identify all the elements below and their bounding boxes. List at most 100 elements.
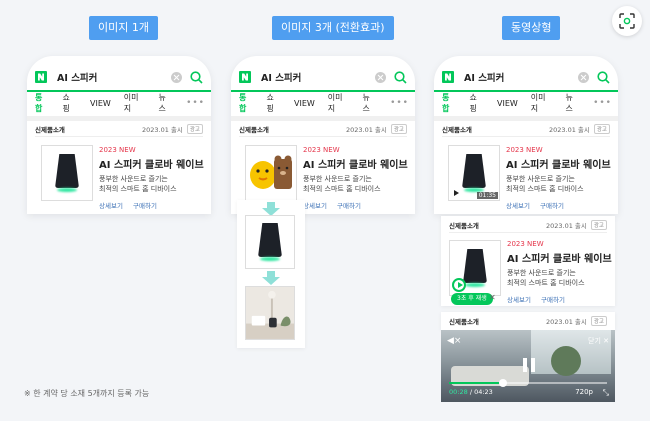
search-query[interactable]: AI 스피커: [57, 70, 171, 84]
search-underline: [231, 90, 415, 92]
ad-header: 신제품소개 2023.01 출시 광고: [231, 122, 415, 136]
buy-link[interactable]: 구매하기: [540, 202, 564, 210]
product-name[interactable]: AI 스피커 클로바 웨이브: [506, 156, 611, 171]
new-tag: 2023 NEW: [506, 146, 543, 154]
transition-image-speaker[interactable]: [245, 215, 295, 269]
buy-link[interactable]: 구매하기: [133, 202, 157, 210]
tab-images[interactable]: 이미지: [328, 92, 350, 114]
clear-icon[interactable]: [171, 71, 182, 83]
ad-card: 신제품소개 2023.01 출시 광고: [231, 122, 415, 137]
new-tag: 2023 NEW: [507, 240, 544, 248]
ad-badge: 광고: [186, 124, 203, 134]
tab-all[interactable]: 통합: [239, 92, 254, 114]
detail-link[interactable]: 상세보기: [99, 202, 123, 210]
total-time: 04:23: [474, 388, 493, 396]
ad-header-divider: [442, 136, 610, 137]
product-info: 2023 NEW AI 스피커 클로바 웨이브 풍부한 사운드로 즐기는 최적의…: [506, 146, 611, 210]
label-single-image: 이미지 1개: [89, 16, 158, 40]
video-close-button[interactable]: 닫기 ✕: [588, 336, 609, 346]
video-player[interactable]: ◀× 닫기 ✕ 00:28 / 04:23 720p ⤡: [441, 330, 615, 402]
product-name[interactable]: AI 스피커 클로바 웨이브: [303, 156, 408, 171]
new-tag: 2023 NEW: [303, 146, 340, 154]
detail-link[interactable]: 상세보기: [506, 202, 530, 210]
tab-view[interactable]: VIEW: [90, 99, 111, 108]
play-icon[interactable]: [454, 190, 459, 196]
tab-news[interactable]: 뉴스: [159, 92, 174, 114]
buy-link[interactable]: 구매하기: [541, 296, 565, 304]
product-desc-2: 최적의 스마트 홈 디바이스: [99, 185, 177, 193]
video-thumbnail[interactable]: 01:35: [448, 145, 500, 201]
ad-badge: 광고: [390, 124, 407, 134]
search-bar[interactable]: AI 스피커: [239, 66, 407, 88]
tab-images[interactable]: 이미지: [124, 92, 146, 114]
pause-icon[interactable]: [523, 358, 535, 372]
more-tabs-icon[interactable]: •••: [390, 98, 409, 108]
ad-header: 신제품소개 2023.01 출시 광고: [441, 314, 615, 328]
search-tabs: 통합 쇼핑 VIEW 이미지 뉴스 •••: [35, 92, 205, 114]
close-icon[interactable]: ✕: [489, 293, 496, 302]
footnote: ※ 한 계약 당 소재 5개까지 등록 가능: [24, 389, 150, 398]
ad-section-title: 신제품소개: [449, 318, 479, 326]
search-icon[interactable]: [597, 70, 610, 84]
tab-all[interactable]: 통합: [35, 92, 50, 114]
ad-section-title: 신제품소개: [35, 126, 65, 134]
more-tabs-icon[interactable]: •••: [186, 98, 205, 108]
divider: [27, 116, 211, 121]
tab-view[interactable]: VIEW: [294, 99, 315, 108]
video-scene-plant: [551, 346, 581, 376]
search-query[interactable]: AI 스피커: [261, 70, 375, 84]
mute-icon[interactable]: ◀×: [447, 336, 461, 346]
search-underline: [434, 90, 618, 92]
search-bar[interactable]: AI 스피커: [442, 66, 610, 88]
product-name[interactable]: AI 스피커 클로바 웨이브: [99, 156, 204, 171]
tab-news[interactable]: 뉴스: [363, 92, 378, 114]
product-thumbnail[interactable]: [41, 145, 93, 201]
product-links: 상세보기 구매하기: [507, 294, 612, 304]
search-icon[interactable]: [190, 70, 203, 84]
current-time: 00:28: [449, 388, 468, 396]
product-thumbnail-characters[interactable]: [245, 145, 297, 201]
product-desc-1: 풍부한 사운드로 즐기는: [303, 175, 372, 183]
quality-setting[interactable]: 720p: [575, 388, 593, 396]
replay-icon[interactable]: [452, 278, 466, 292]
search-query[interactable]: AI 스피커: [464, 70, 578, 84]
product-info: 2023 NEW AI 스피커 클로바 웨이브 풍부한 사운드로 즐기는 최적의…: [99, 146, 204, 210]
lens-search-button[interactable]: [612, 6, 642, 36]
search-icon[interactable]: [394, 70, 407, 84]
release-date: 2023.01 출시: [545, 222, 587, 230]
detail-link[interactable]: 상세보기: [303, 202, 327, 210]
ad-card: 신제품소개 2023.01 출시 광고: [434, 122, 618, 137]
tab-images[interactable]: 이미지: [531, 92, 553, 114]
product-desc-1: 풍부한 사운드로 즐기는: [99, 175, 168, 183]
video-player-card: 신제품소개 2023.01 출시 광고: [441, 312, 615, 330]
naver-logo-icon: [442, 71, 454, 83]
tab-all[interactable]: 통합: [442, 92, 457, 114]
video-progress-knob[interactable]: [498, 379, 507, 387]
tab-news[interactable]: 뉴스: [566, 92, 581, 114]
ad-badge: 광고: [590, 316, 607, 326]
ad-badge: 광고: [593, 124, 610, 134]
tab-view[interactable]: VIEW: [497, 99, 518, 108]
detail-link[interactable]: 상세보기: [507, 296, 531, 304]
release-date: 2023.01 출시: [548, 126, 590, 134]
tab-shopping[interactable]: 쇼핑: [267, 92, 282, 114]
tab-shopping[interactable]: 쇼핑: [63, 92, 78, 114]
buy-link[interactable]: 구매하기: [337, 202, 361, 210]
product-desc-1: 풍부한 사운드로 즐기는: [507, 269, 576, 277]
video-progress-bar[interactable]: [449, 379, 607, 387]
clear-icon[interactable]: [578, 71, 589, 83]
ad-badge: 광고: [590, 220, 607, 230]
more-tabs-icon[interactable]: •••: [593, 98, 612, 108]
product-name[interactable]: AI 스피커 클로바 웨이브: [507, 250, 612, 265]
search-bar[interactable]: AI 스피커: [35, 66, 203, 88]
transition-image-room[interactable]: [245, 286, 295, 340]
ad-header: 신제품소개 2023.01 출시 광고: [434, 122, 618, 136]
clear-icon[interactable]: [375, 71, 386, 83]
tab-shopping[interactable]: 쇼핑: [470, 92, 485, 114]
label-video-type: 동영상형: [502, 16, 561, 40]
replay-countdown[interactable]: 3초 후 재생: [451, 293, 493, 305]
video-duration: 01:35: [476, 192, 498, 199]
ad-section-title: 신제품소개: [449, 222, 479, 230]
speaker-image: [258, 223, 282, 261]
fullscreen-icon[interactable]: ⤡: [603, 388, 609, 398]
